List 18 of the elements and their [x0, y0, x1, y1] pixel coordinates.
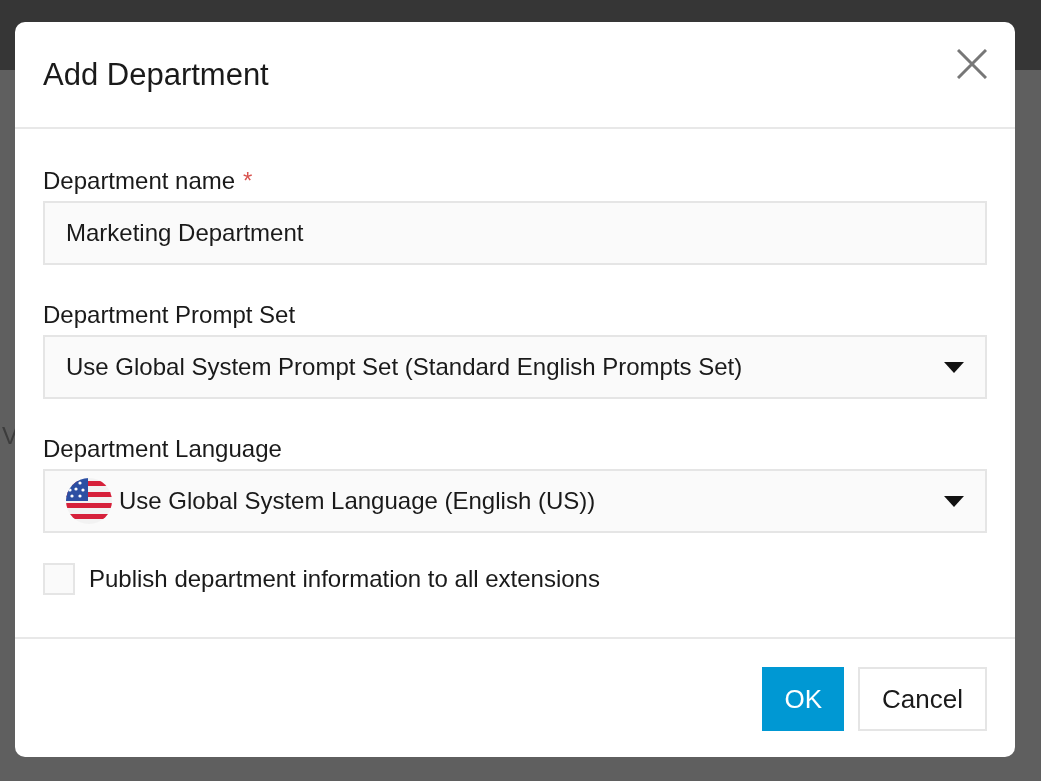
required-mark: * [243, 167, 253, 195]
dropdown[interactable]: Use Global System Language (English (US)) [43, 469, 987, 533]
us-flag-icon [66, 478, 112, 524]
caret-icon [944, 361, 964, 373]
dropdown-value: Use Global System Language (English (US)) [119, 487, 596, 515]
dropdown-value: Use Global System Prompt Set (Standard English Prompts Set) [66, 353, 743, 381]
dropdown[interactable]: Use Global System Prompt Set (Standard English Prompts Set) [43, 335, 987, 399]
field-label: Department Language [43, 435, 282, 463]
dialog-title: Add Department [43, 57, 269, 93]
field-label: Department Prompt Set [43, 301, 296, 329]
text-field[interactable]: Marketing Department [43, 201, 987, 265]
close-button[interactable] [956, 48, 988, 80]
field-label: Department name [43, 167, 236, 195]
close-icon [957, 49, 987, 79]
cancel-button[interactable]: Cancel [858, 667, 987, 731]
checkbox-label: Publish department information to all extensions [89, 565, 600, 593]
checkbox[interactable] [43, 563, 75, 595]
caret-icon [944, 495, 964, 507]
